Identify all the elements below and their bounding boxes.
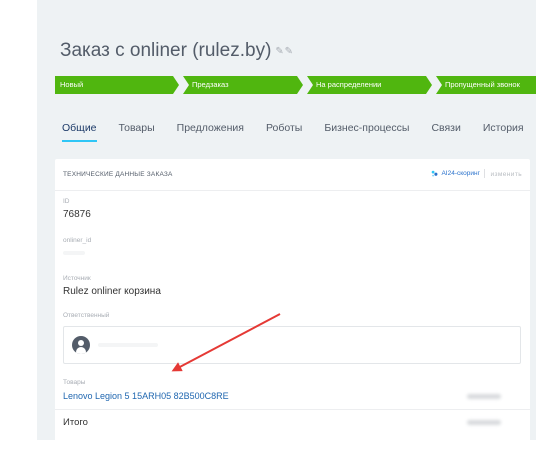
red-arrow-annotation — [171, 313, 281, 372]
